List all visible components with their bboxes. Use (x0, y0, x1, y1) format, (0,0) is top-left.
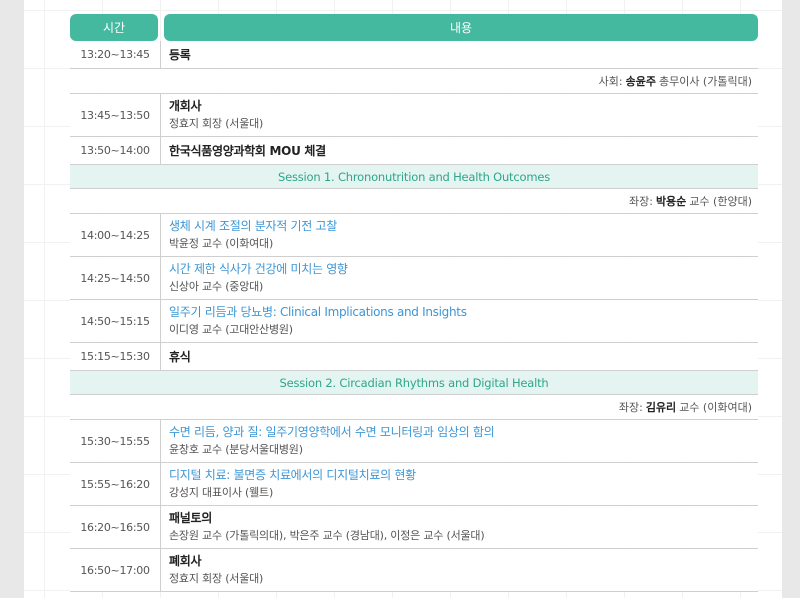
table-header: 시간 내용 (70, 14, 758, 41)
table-row: 13:20~13:45 등록 (70, 41, 758, 69)
header-content: 내용 (164, 14, 758, 41)
row-speaker: 윤창호 교수 (분당서울대병원) (169, 443, 303, 456)
row-speaker: 정효지 회장 (서울대) (169, 572, 264, 585)
table-row: 13:50~14:00 한국식품영양과학회 MOU 체결 (70, 137, 758, 165)
program-table: 시간 내용 13:20~13:45 등록 사회: 송윤주 총무이사 (가톨릭대)… (70, 14, 758, 592)
row-title: 일주기 리듬과 당뇨병: Clinical Implications and I… (169, 305, 467, 319)
table-row: 14:25~14:50 시간 제한 식사가 건강에 미치는 영향 신상아 교수 … (70, 257, 758, 300)
chair-label: 좌장: (618, 401, 643, 414)
row-time: 15:15~15:30 (70, 343, 161, 370)
row-speaker: 이디영 교수 (고대안산병원) (169, 323, 293, 336)
table-row: 16:50~17:00 폐회사 정효지 회장 (서울대) (70, 549, 758, 592)
chair-label: 좌장: (628, 195, 653, 208)
chair-line: 좌장: 박용순 교수 (한양대) (70, 189, 758, 214)
row-title: 등록 (169, 47, 191, 62)
scrollbar-track[interactable] (782, 0, 800, 598)
row-time: 14:00~14:25 (70, 214, 161, 256)
row-time: 16:50~17:00 (70, 549, 161, 591)
row-time: 15:30~15:55 (70, 420, 161, 462)
row-time: 14:25~14:50 (70, 257, 161, 299)
row-title: 휴식 (169, 349, 191, 364)
table-row: 15:30~15:55 수면 리듬, 양과 질: 일주기영양학에서 수면 모니터… (70, 420, 758, 463)
row-title: 시간 제한 식사가 건강에 미치는 영향 (169, 262, 348, 276)
row-time: 14:50~15:15 (70, 300, 161, 342)
row-time: 13:20~13:45 (70, 41, 161, 68)
table-row: 14:50~15:15 일주기 리듬과 당뇨병: Clinical Implic… (70, 300, 758, 343)
moderator-name: 송윤주 (625, 75, 656, 88)
table-row: 15:55~16:20 디지털 치료: 불면증 치료에서의 디지털치료의 현황 … (70, 463, 758, 506)
row-title: 개회사 (169, 99, 202, 113)
row-title: 패널토의 (169, 511, 212, 525)
row-title: 수면 리듬, 양과 질: 일주기영양학에서 수면 모니터링과 임상의 함의 (169, 425, 495, 439)
table-row: 14:00~14:25 생체 시계 조절의 분자적 기전 고찰 박윤정 교수 (… (70, 214, 758, 257)
table-row: 16:20~16:50 패널토의 손장원 교수 (가톨릭의대), 박은주 교수 … (70, 506, 758, 549)
row-speaker: 강성지 대표이사 (웰트) (169, 486, 274, 499)
chair-detail: 교수 (이화여대) (679, 401, 752, 414)
row-title: 생체 시계 조절의 분자적 기전 고찰 (169, 219, 337, 233)
chair-detail: 교수 (한양대) (689, 195, 752, 208)
row-time: 13:45~13:50 (70, 94, 161, 136)
table-row: 15:15~15:30 휴식 (70, 343, 758, 371)
row-speaker: 신상아 교수 (중앙대) (169, 280, 264, 293)
table-row: 13:45~13:50 개회사 정효지 회장 (서울대) (70, 94, 758, 137)
row-time: 16:20~16:50 (70, 506, 161, 548)
row-speaker: 박윤정 교수 (이화여대) (169, 237, 274, 250)
row-title: 폐회사 (169, 554, 202, 568)
row-speaker: 손장원 교수 (가톨릭의대), 박은주 교수 (경남대), 이정은 교수 (서울… (169, 529, 485, 542)
chair-line: 좌장: 김유리 교수 (이화여대) (70, 395, 758, 420)
moderator-label: 사회: (598, 75, 623, 88)
session-banner: Session 2. Circadian Rhythms and Digital… (70, 371, 758, 395)
moderator-detail: 총무이사 (가톨릭대) (658, 75, 752, 88)
row-time: 13:50~14:00 (70, 137, 161, 164)
header-time: 시간 (70, 14, 158, 41)
chair-name: 김유리 (645, 401, 677, 414)
row-title: 디지털 치료: 불면증 치료에서의 디지털치료의 현황 (169, 468, 416, 482)
row-title: 한국식품영양과학회 MOU 체결 (169, 143, 326, 158)
row-speaker: 정효지 회장 (서울대) (169, 117, 264, 130)
moderator-line: 사회: 송윤주 총무이사 (가톨릭대) (70, 69, 758, 94)
chair-name: 박용순 (655, 195, 687, 208)
row-time: 15:55~16:20 (70, 463, 161, 505)
session-banner: Session 1. Chrononutrition and Health Ou… (70, 165, 758, 189)
